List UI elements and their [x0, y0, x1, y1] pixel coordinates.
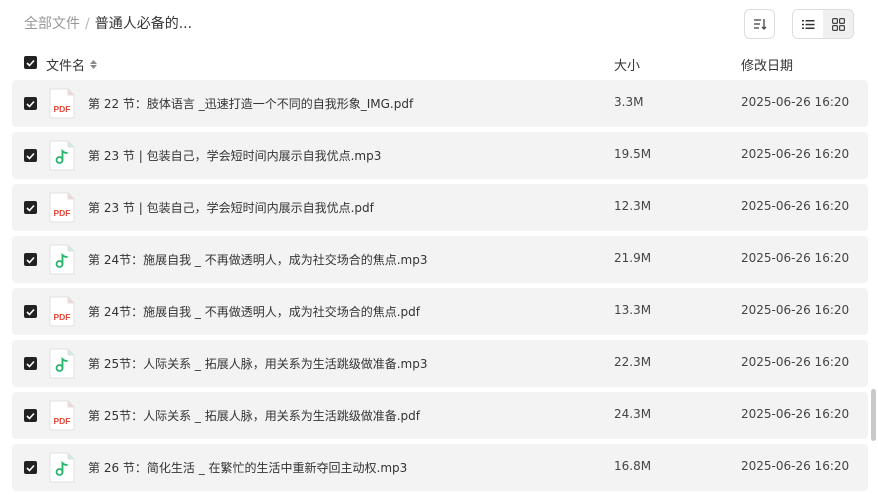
column-header-size[interactable]: 大小	[614, 55, 640, 74]
file-row[interactable]: PDF 第 24节：施展自我 _ 不再做透明人，成为社交场合的焦点.pdf 13.…	[12, 288, 868, 335]
file-row[interactable]: 第 23 节 | 包装自己，学会短时间内展示自我优点.mp3 19.5M 2025-…	[12, 132, 868, 179]
file-name[interactable]: 第 23 节 | 包装自己，学会短时间内展示自我优点.pdf	[88, 199, 374, 216]
file-modified-date: 2025-06-26 16:20	[741, 355, 850, 369]
top-bar: 全部文件 / 普通人必备的...	[0, 0, 878, 48]
pdf-file-icon: PDF	[49, 296, 75, 330]
file-checkbox[interactable]	[24, 461, 37, 474]
file-checkbox[interactable]	[24, 149, 37, 162]
svg-text:PDF: PDF	[54, 208, 71, 218]
sort-button[interactable]	[744, 9, 775, 39]
file-row[interactable]: 第 26 节：简化生活 _ 在繁忙的生活中重新夺回主动权.mp3 16.8M 202…	[12, 444, 868, 491]
grid-view-button[interactable]	[823, 10, 853, 38]
file-size: 13.3M	[614, 303, 652, 317]
file-modified-date: 2025-06-26 16:20	[741, 95, 850, 109]
file-name[interactable]: 第 24节：施展自我 _ 不再做透明人，成为社交场合的焦点.pdf	[88, 303, 420, 320]
file-modified-date: 2025-06-26 16:20	[741, 459, 850, 473]
file-modified-date: 2025-06-26 16:20	[741, 407, 850, 421]
checkbox-checked-icon	[26, 412, 35, 420]
file-checkbox[interactable]	[24, 97, 37, 110]
file-name[interactable]: 第 23 节 | 包装自己，学会短时间内展示自我优点.mp3	[88, 147, 381, 164]
file-checkbox[interactable]	[24, 357, 37, 370]
pdf-file-icon: PDF	[49, 400, 75, 434]
checkbox-checked-icon	[26, 204, 35, 212]
breadcrumb-root[interactable]: 全部文件	[24, 16, 80, 32]
file-modified-date: 2025-06-26 16:20	[741, 303, 850, 317]
file-row[interactable]: PDF 第 23 节 | 包装自己，学会短时间内展示自我优点.pdf 12.3M 2…	[12, 184, 868, 231]
list-view-button[interactable]	[793, 10, 823, 38]
checkbox-checked-icon	[26, 59, 35, 67]
sort-icon	[753, 19, 766, 30]
file-name[interactable]: 第 25节：人际关系 _ 拓展人脉，用关系为生活跳级做准备.mp3	[88, 355, 427, 372]
file-modified-date: 2025-06-26 16:20	[741, 147, 850, 161]
checkbox-checked-icon	[26, 464, 35, 472]
file-modified-date: 2025-06-26 16:20	[741, 251, 850, 265]
list-view-icon	[801, 19, 814, 29]
file-checkbox[interactable]	[24, 409, 37, 422]
file-list-header: 文件名 大小 修改日期	[12, 50, 868, 78]
breadcrumb: 全部文件 / 普通人必备的...	[24, 14, 192, 34]
file-size: 19.5M	[614, 147, 652, 161]
file-row[interactable]: PDF 第 22 节：肢体语言 _迅速打造一个不同的自我形象_IMG.pdf 3.…	[12, 80, 868, 127]
column-header-date[interactable]: 修改日期	[741, 55, 793, 74]
breadcrumb-separator: /	[85, 16, 90, 32]
breadcrumb-current: 普通人必备的...	[94, 16, 193, 32]
file-size: 22.3M	[614, 355, 652, 369]
file-size: 24.3M	[614, 407, 652, 421]
pdf-file-icon: PDF	[49, 192, 75, 226]
file-checkbox[interactable]	[24, 305, 37, 318]
file-size: 3.3M	[614, 95, 644, 109]
file-modified-date: 2025-06-26 16:20	[741, 199, 850, 213]
column-header-name-label: 文件名	[46, 59, 86, 74]
audio-file-icon	[49, 244, 75, 278]
file-size: 12.3M	[614, 199, 652, 213]
select-all-checkbox[interactable]	[24, 56, 37, 69]
file-list: PDF 第 22 节：肢体语言 _迅速打造一个不同的自我形象_IMG.pdf 3.…	[12, 80, 868, 495]
pdf-file-icon: PDF	[49, 88, 75, 122]
column-header-name[interactable]: 文件名	[46, 55, 98, 74]
grid-view-icon	[831, 17, 845, 31]
file-row[interactable]: PDF 第 25节：人际关系 _ 拓展人脉，用关系为生活跳级做准备.pdf 24.…	[12, 392, 868, 439]
checkbox-checked-icon	[26, 360, 35, 368]
file-size: 21.9M	[614, 251, 652, 265]
file-name[interactable]: 第 22 节：肢体语言 _迅速打造一个不同的自我形象_IMG.pdf	[88, 95, 413, 112]
svg-text:PDF: PDF	[54, 416, 71, 426]
svg-text:PDF: PDF	[54, 312, 71, 322]
svg-text:PDF: PDF	[54, 104, 71, 114]
file-name[interactable]: 第 24节：施展自我 _ 不再做透明人，成为社交场合的焦点.mp3	[88, 251, 427, 268]
sort-arrows-icon	[90, 60, 98, 69]
checkbox-checked-icon	[26, 256, 35, 264]
checkbox-checked-icon	[26, 152, 35, 160]
scrollbar-thumb[interactable]	[871, 389, 876, 441]
checkbox-checked-icon	[26, 100, 35, 108]
view-mode-toggle	[792, 9, 854, 39]
file-row[interactable]: 第 24节：施展自我 _ 不再做透明人，成为社交场合的焦点.mp3 21.9M 20…	[12, 236, 868, 283]
file-row[interactable]: 第 25节：人际关系 _ 拓展人脉，用关系为生活跳级做准备.mp3 22.3M 20…	[12, 340, 868, 387]
file-checkbox[interactable]	[24, 253, 37, 266]
file-name[interactable]: 第 25节：人际关系 _ 拓展人脉，用关系为生活跳级做准备.pdf	[88, 407, 420, 424]
audio-file-icon	[49, 140, 75, 174]
checkbox-checked-icon	[26, 308, 35, 316]
file-name[interactable]: 第 26 节：简化生活 _ 在繁忙的生活中重新夺回主动权.mp3	[88, 459, 407, 476]
file-size: 16.8M	[614, 459, 652, 473]
audio-file-icon	[49, 348, 75, 382]
audio-file-icon	[49, 452, 75, 486]
file-checkbox[interactable]	[24, 201, 37, 214]
